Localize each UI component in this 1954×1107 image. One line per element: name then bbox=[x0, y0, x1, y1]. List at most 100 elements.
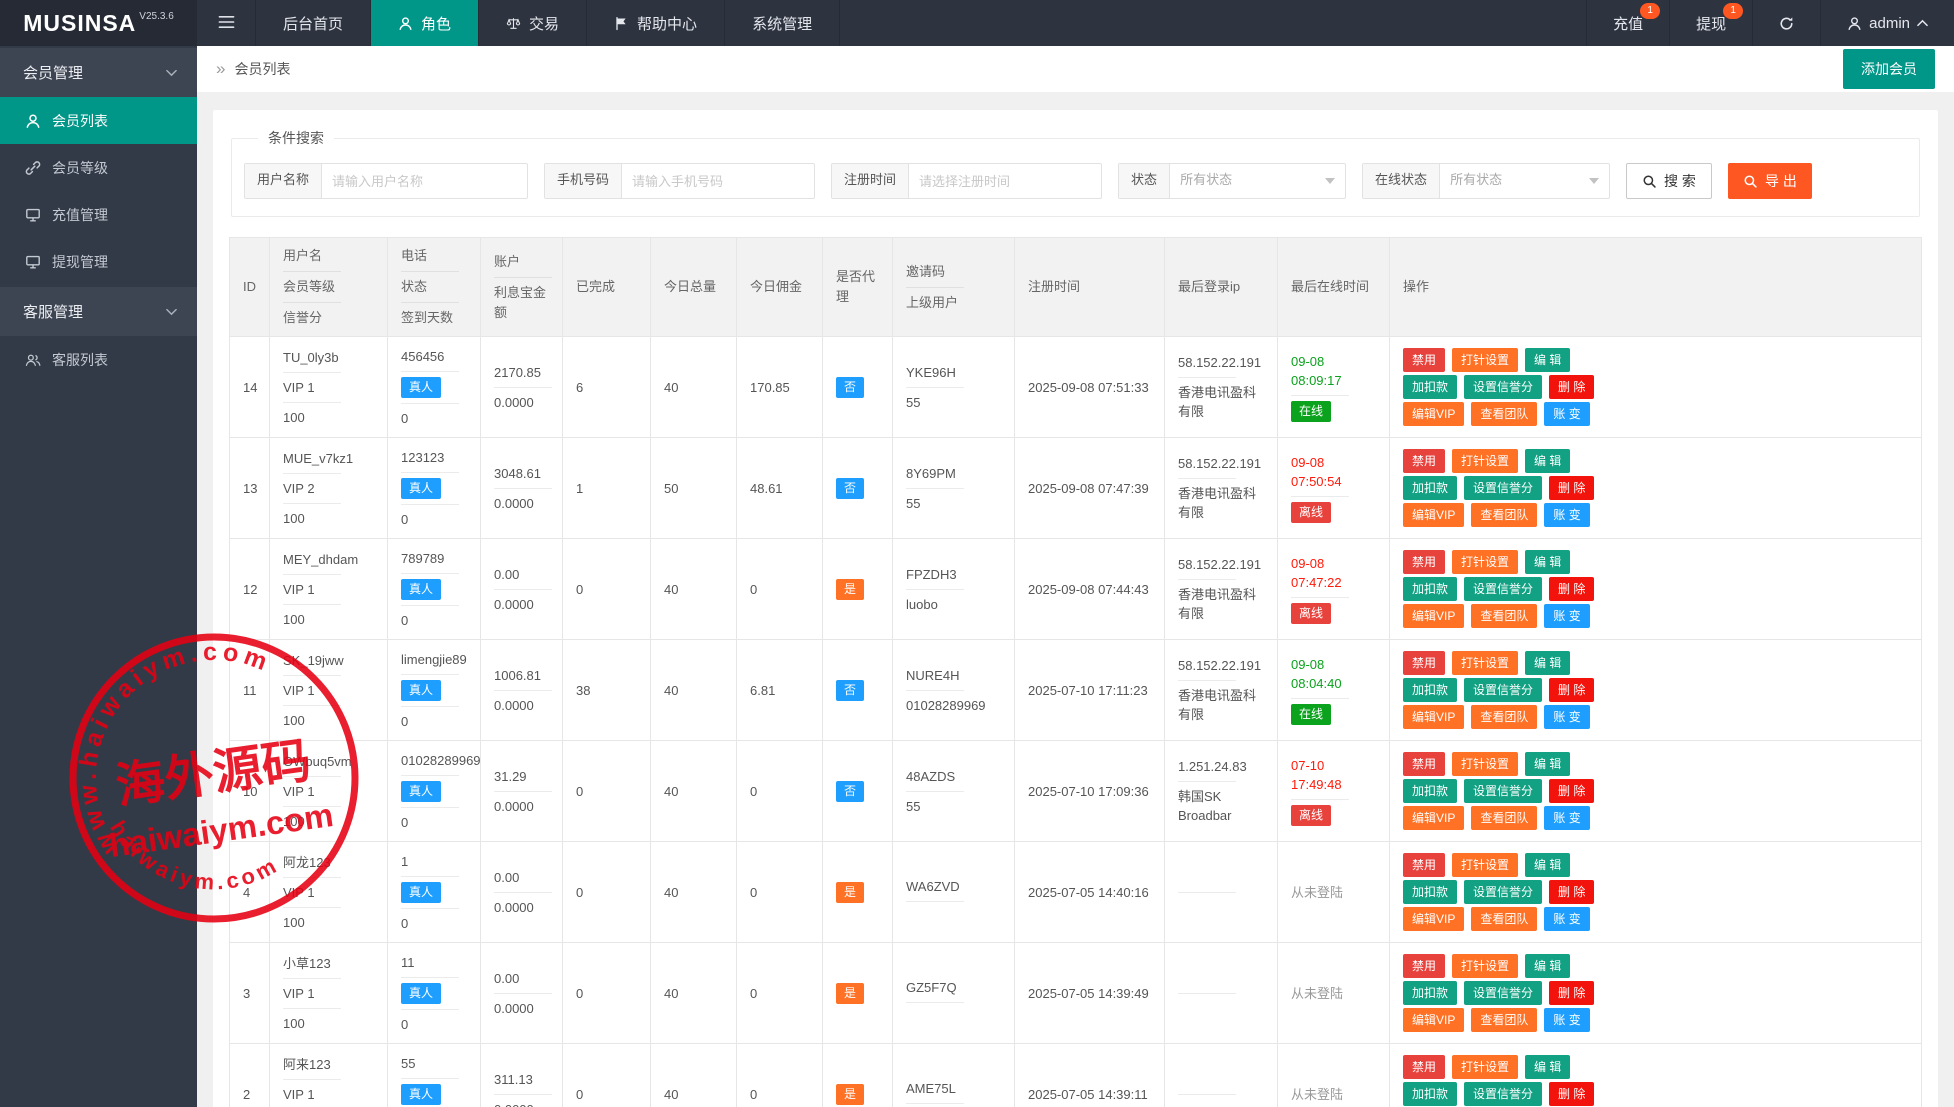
adjust-funds-button[interactable]: 加扣款 bbox=[1403, 678, 1457, 702]
adjust-funds-button[interactable]: 加扣款 bbox=[1403, 1082, 1457, 1106]
edit-vip-button[interactable]: 编辑VIP bbox=[1403, 503, 1464, 527]
inject-settings-button[interactable]: 打针设置 bbox=[1452, 954, 1518, 978]
balance-change-button[interactable]: 账 变 bbox=[1544, 907, 1589, 931]
sidebar-item-withdraw-management[interactable]: 提现管理 bbox=[0, 238, 197, 285]
hamburger-icon[interactable] bbox=[197, 0, 256, 46]
inject-settings-button[interactable]: 打针设置 bbox=[1452, 449, 1518, 473]
status-value: 所有状态 bbox=[1170, 164, 1242, 198]
edit-button[interactable]: 编 辑 bbox=[1525, 853, 1570, 877]
inject-settings-button[interactable]: 打针设置 bbox=[1452, 853, 1518, 877]
disable-button[interactable]: 禁用 bbox=[1403, 954, 1445, 978]
inject-settings-button[interactable]: 打针设置 bbox=[1452, 550, 1518, 574]
balance-change-button[interactable]: 账 变 bbox=[1544, 402, 1589, 426]
sidebar-item-recharge-management[interactable]: 充值管理 bbox=[0, 191, 197, 238]
disable-button[interactable]: 禁用 bbox=[1403, 348, 1445, 372]
phone-input[interactable] bbox=[622, 164, 814, 198]
sidebar-group-service-management[interactable]: 客服管理 bbox=[0, 287, 197, 336]
edit-vip-button[interactable]: 编辑VIP bbox=[1403, 604, 1464, 628]
sidebar-item-member-list[interactable]: 会员列表 bbox=[0, 97, 197, 144]
edit-vip-button[interactable]: 编辑VIP bbox=[1403, 907, 1464, 931]
edit-button[interactable]: 编 辑 bbox=[1525, 954, 1570, 978]
export-button[interactable]: 导 出 bbox=[1728, 163, 1812, 199]
add-member-button[interactable]: 添加会员 bbox=[1843, 49, 1935, 89]
view-team-button[interactable]: 查看团队 bbox=[1471, 604, 1537, 628]
edit-button[interactable]: 编 辑 bbox=[1525, 1055, 1570, 1079]
edit-vip-button[interactable]: 编辑VIP bbox=[1403, 705, 1464, 729]
disable-button[interactable]: 禁用 bbox=[1403, 550, 1445, 574]
withdraw-nav-item[interactable]: 提现1 bbox=[1669, 0, 1752, 46]
nav-dashboard[interactable]: 后台首页 bbox=[256, 0, 371, 46]
set-credit-button[interactable]: 设置信誉分 bbox=[1464, 577, 1542, 601]
set-credit-button[interactable]: 设置信誉分 bbox=[1464, 375, 1542, 399]
sidebar-item-service-list[interactable]: 客服列表 bbox=[0, 336, 197, 383]
view-team-button[interactable]: 查看团队 bbox=[1471, 1008, 1537, 1032]
adjust-funds-button[interactable]: 加扣款 bbox=[1403, 981, 1457, 1005]
nav-trade[interactable]: 交易 bbox=[479, 0, 587, 46]
user-menu[interactable]: admin bbox=[1820, 0, 1954, 46]
edit-vip-button[interactable]: 编辑VIP bbox=[1403, 1008, 1464, 1032]
view-team-button[interactable]: 查看团队 bbox=[1471, 907, 1537, 931]
view-team-button[interactable]: 查看团队 bbox=[1471, 705, 1537, 729]
nav-help-center[interactable]: 帮助中心 bbox=[587, 0, 725, 46]
disable-button[interactable]: 禁用 bbox=[1403, 752, 1445, 776]
nav-roles[interactable]: 角色 bbox=[371, 0, 479, 46]
inject-settings-button[interactable]: 打针设置 bbox=[1452, 348, 1518, 372]
delete-button[interactable]: 删 除 bbox=[1549, 981, 1594, 1005]
set-credit-button[interactable]: 设置信誉分 bbox=[1464, 880, 1542, 904]
view-team-button[interactable]: 查看团队 bbox=[1471, 806, 1537, 830]
edit-button[interactable]: 编 辑 bbox=[1525, 348, 1570, 372]
delete-button[interactable]: 删 除 bbox=[1549, 577, 1594, 601]
balance-change-button[interactable]: 账 变 bbox=[1544, 604, 1589, 628]
balance-change-button[interactable]: 账 变 bbox=[1544, 705, 1589, 729]
status-select[interactable]: 状态 所有状态 bbox=[1118, 163, 1346, 199]
delete-button[interactable]: 删 除 bbox=[1549, 375, 1594, 399]
nav-system[interactable]: 系统管理 bbox=[725, 0, 840, 46]
adjust-funds-button[interactable]: 加扣款 bbox=[1403, 375, 1457, 399]
edit-button[interactable]: 编 辑 bbox=[1525, 752, 1570, 776]
disable-button[interactable]: 禁用 bbox=[1403, 1055, 1445, 1079]
adjust-funds-button[interactable]: 加扣款 bbox=[1403, 880, 1457, 904]
delete-button[interactable]: 删 除 bbox=[1549, 678, 1594, 702]
set-credit-button[interactable]: 设置信誉分 bbox=[1464, 678, 1542, 702]
adjust-funds-button[interactable]: 加扣款 bbox=[1403, 476, 1457, 500]
login-ip: 1.251.24.83 bbox=[1178, 757, 1247, 776]
recharge-nav-item[interactable]: 充值1 bbox=[1586, 0, 1669, 46]
balance-change-button[interactable]: 账 变 bbox=[1544, 1008, 1589, 1032]
delete-button[interactable]: 删 除 bbox=[1549, 476, 1594, 500]
set-credit-button[interactable]: 设置信誉分 bbox=[1464, 1082, 1542, 1106]
account-balance: 1006.81 bbox=[494, 666, 541, 685]
edit-button[interactable]: 编 辑 bbox=[1525, 449, 1570, 473]
disable-button[interactable]: 禁用 bbox=[1403, 853, 1445, 877]
cell-divider bbox=[494, 791, 552, 792]
edit-vip-button[interactable]: 编辑VIP bbox=[1403, 806, 1464, 830]
disable-button[interactable]: 禁用 bbox=[1403, 651, 1445, 675]
refresh-button[interactable] bbox=[1752, 0, 1820, 46]
delete-button[interactable]: 删 除 bbox=[1549, 880, 1594, 904]
view-team-button[interactable]: 查看团队 bbox=[1471, 402, 1537, 426]
adjust-funds-button[interactable]: 加扣款 bbox=[1403, 779, 1457, 803]
username-input[interactable] bbox=[322, 164, 527, 198]
view-team-button[interactable]: 查看团队 bbox=[1471, 503, 1537, 527]
online-status-select[interactable]: 在线状态 所有状态 bbox=[1362, 163, 1610, 199]
sidebar-group-member-management[interactable]: 会员管理 bbox=[0, 48, 197, 97]
inject-settings-button[interactable]: 打针设置 bbox=[1452, 1055, 1518, 1079]
disable-button[interactable]: 禁用 bbox=[1403, 449, 1445, 473]
cell-divider bbox=[401, 573, 459, 574]
edit-button[interactable]: 编 辑 bbox=[1525, 550, 1570, 574]
sidebar-item-member-level[interactable]: 会员等级 bbox=[0, 144, 197, 191]
balance-change-button[interactable]: 账 变 bbox=[1544, 806, 1589, 830]
delete-button[interactable]: 删 除 bbox=[1549, 779, 1594, 803]
header-label: 状态 bbox=[401, 277, 467, 297]
delete-button[interactable]: 删 除 bbox=[1549, 1082, 1594, 1106]
inject-settings-button[interactable]: 打针设置 bbox=[1452, 752, 1518, 776]
edit-vip-button[interactable]: 编辑VIP bbox=[1403, 402, 1464, 426]
balance-change-button[interactable]: 账 变 bbox=[1544, 503, 1589, 527]
register-time-input[interactable] bbox=[909, 164, 1101, 198]
adjust-funds-button[interactable]: 加扣款 bbox=[1403, 577, 1457, 601]
set-credit-button[interactable]: 设置信誉分 bbox=[1464, 476, 1542, 500]
inject-settings-button[interactable]: 打针设置 bbox=[1452, 651, 1518, 675]
set-credit-button[interactable]: 设置信誉分 bbox=[1464, 779, 1542, 803]
edit-button[interactable]: 编 辑 bbox=[1525, 651, 1570, 675]
set-credit-button[interactable]: 设置信誉分 bbox=[1464, 981, 1542, 1005]
search-button[interactable]: 搜 索 bbox=[1626, 163, 1712, 199]
